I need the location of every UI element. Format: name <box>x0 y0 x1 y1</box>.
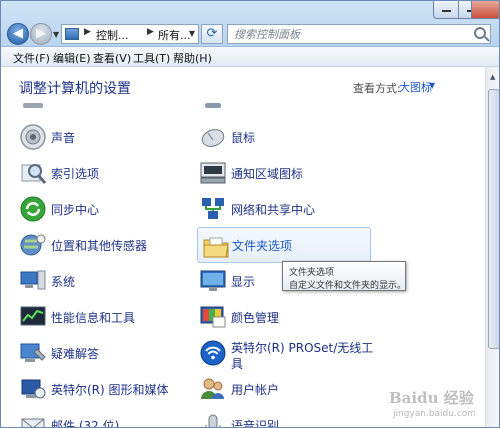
breadcrumb-separator-icon[interactable]: ▶ <box>147 27 154 37</box>
item-user-accounts[interactable]: 用户帐户 <box>199 375 369 407</box>
item-label: 文件夹选项 <box>232 239 293 253</box>
item-intel-proset-wireless[interactable]: 英特尔(R) PROSet/无线工 具 <box>199 339 373 375</box>
item-label: 通知区域图标 <box>231 167 304 181</box>
search-icon[interactable] <box>474 27 486 39</box>
vertical-scrollbar[interactable]: ▲ <box>485 67 499 427</box>
item-performance-info[interactable]: 性能信息和工具 <box>19 303 189 335</box>
system-computer-icon <box>20 270 46 290</box>
display-monitor-icon <box>200 270 226 291</box>
item-mouse[interactable]: 鼠标 <box>199 123 369 155</box>
scrollbar-thumb[interactable] <box>488 89 499 349</box>
item-label: 位置和其他传感器 <box>51 239 148 253</box>
back-button[interactable]: ◀ <box>7 23 29 45</box>
item-label: 鼠标 <box>231 131 256 145</box>
item-label: 疑难解答 <box>51 347 100 361</box>
item-label: 声音 <box>51 131 76 145</box>
item-label: 同步中心 <box>51 203 100 217</box>
minimize-button[interactable] <box>433 1 459 19</box>
performance-chart-icon <box>20 306 46 326</box>
user-accounts-icon <box>201 378 224 399</box>
content-pane: 调整计算机的设置 查看方式: 大图标 ▼ 声音 索引选项 同步中心 位置和其他传… <box>1 67 485 428</box>
item-label: 系统 <box>51 275 76 289</box>
control-panel-window: ◀ ▶ ▼ ▶ 控制... ▶ 所有... ▶ ▼ ⟳ 文件(F) 编辑(E) … <box>0 0 500 428</box>
refresh-button[interactable]: ⟳ <box>201 24 223 44</box>
menu-tools[interactable]: 工具(T) <box>133 50 170 66</box>
menu-edit[interactable]: 编辑(E) <box>53 50 91 66</box>
speaker-icon <box>20 124 46 150</box>
notification-area-icon <box>200 162 226 184</box>
troubleshoot-icon <box>20 343 46 362</box>
item-network-sharing[interactable]: 网络和共享中心 <box>199 195 369 227</box>
menu-help[interactable]: 帮助(H) <box>173 50 212 66</box>
forward-button[interactable]: ▶ <box>30 23 52 45</box>
address-bar[interactable]: ▶ 控制... ▶ 所有... ▶ <box>61 24 215 44</box>
title-bar: ◀ ▶ ▼ ▶ 控制... ▶ 所有... ▶ ▼ ⟳ <box>1 1 499 47</box>
tooltip-title: 文件夹选项 <box>289 268 335 278</box>
item-label: 英特尔(R) PROSet/无线工 <box>231 341 374 355</box>
item-system[interactable]: 系统 <box>19 267 189 299</box>
mouse-icon <box>201 129 225 147</box>
tooltip-description: 自定义文件和文件夹的显示。 <box>289 281 407 291</box>
item-label: 邮件 (32 位) <box>51 419 120 428</box>
item-label: 英特尔(R) 图形和媒体 <box>51 383 169 397</box>
item-label-continued: 具 <box>231 357 244 371</box>
partial-item-icon <box>23 103 43 108</box>
item-label: 语音识别 <box>231 419 280 428</box>
chevron-down-icon[interactable]: ▼ <box>429 81 435 90</box>
folder-options-tooltip: 文件夹选项 自定义文件和文件夹的显示。 <box>282 261 406 291</box>
item-sound[interactable]: 声音 <box>19 123 189 155</box>
partial-item-icon <box>205 103 221 108</box>
item-folder-options[interactable]: 文件夹选项 <box>197 227 371 263</box>
item-notification-icons[interactable]: 通知区域图标 <box>199 159 369 191</box>
menu-view[interactable]: 查看(V) <box>93 50 131 66</box>
item-mail[interactable]: 邮件 (32 位) <box>19 411 189 428</box>
search-box[interactable] <box>227 24 491 44</box>
page-title: 调整计算机的设置 <box>19 81 131 97</box>
folder-options-icon <box>203 237 229 258</box>
intel-graphics-icon <box>21 379 46 399</box>
item-troubleshooting[interactable]: 疑难解答 <box>19 339 189 371</box>
item-sync-center[interactable]: 同步中心 <box>19 195 189 227</box>
item-label: 索引选项 <box>51 167 100 181</box>
control-panel-icon <box>65 28 79 40</box>
network-sharing-icon <box>202 198 224 219</box>
item-color-management[interactable]: 颜色管理 <box>199 303 369 335</box>
color-management-icon <box>200 306 226 328</box>
breadcrumb-separator-icon[interactable]: ▶ <box>84 27 91 37</box>
recent-pages-dropdown[interactable]: ▼ <box>53 30 59 39</box>
item-label: 网络和共享中心 <box>231 203 316 217</box>
item-intel-graphics[interactable]: 英特尔(R) 图形和媒体 <box>19 375 189 407</box>
close-button[interactable] <box>471 1 499 19</box>
view-by-label: 查看方式: <box>353 82 401 95</box>
item-location-sensors[interactable]: 位置和其他传感器 <box>19 231 189 263</box>
address-dropdown-button[interactable]: ▼ <box>185 26 199 42</box>
item-indexing-options[interactable]: 索引选项 <box>19 159 189 191</box>
baidu-watermark: Baidu 经验 jingyan.baidu.com <box>385 387 495 427</box>
watermark-logo: Baidu 经验 <box>389 389 474 407</box>
breadcrumb-control-panel[interactable]: 控制... <box>96 27 129 43</box>
search-input[interactable] <box>228 25 448 43</box>
item-label: 显示 <box>231 275 256 289</box>
menu-bar: 文件(F) 编辑(E) 查看(V) 工具(T) 帮助(H) <box>1 47 499 67</box>
mail-icon <box>21 418 45 427</box>
speech-recognition-icon <box>205 414 221 427</box>
item-label: 颜色管理 <box>231 311 280 325</box>
view-by-dropdown[interactable]: 大图标 <box>399 79 432 95</box>
magnifier-index-icon <box>21 164 47 184</box>
sensor-icon <box>20 234 46 256</box>
item-speech-recognition[interactable]: 语音识别 <box>199 411 369 428</box>
watermark-url: jingyan.baidu.com <box>393 409 477 419</box>
wireless-icon <box>200 340 226 366</box>
item-label: 性能信息和工具 <box>51 311 136 325</box>
menu-file[interactable]: 文件(F) <box>13 50 50 66</box>
scroll-up-icon[interactable]: ▲ <box>490 73 495 81</box>
item-label: 用户帐户 <box>231 383 280 397</box>
sync-center-icon <box>20 196 46 222</box>
